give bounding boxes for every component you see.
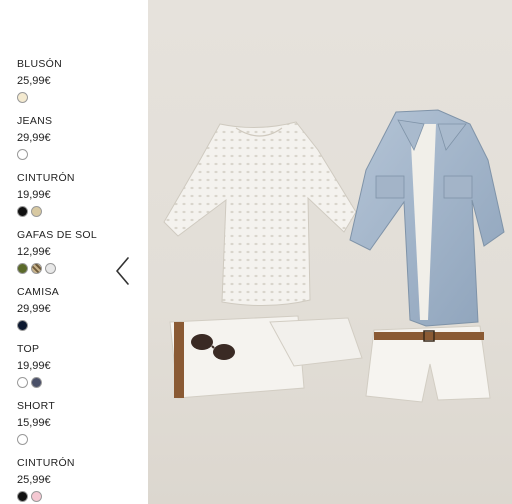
white-jeans-item [169, 315, 363, 399]
product-name: CAMISA [17, 286, 60, 298]
color-swatch[interactable] [17, 149, 28, 160]
blouse-item [163, 121, 357, 307]
color-swatch[interactable] [17, 206, 28, 217]
product-name: BLUSÓN [17, 58, 62, 70]
color-swatches [17, 92, 142, 104]
color-swatches [17, 377, 142, 389]
color-swatches [17, 320, 142, 332]
color-swatches [17, 149, 142, 161]
color-swatch[interactable] [31, 377, 42, 388]
product-name: CINTURÓN [17, 172, 75, 184]
product-name: SHORT [17, 400, 56, 412]
outfit-photo [148, 0, 512, 504]
product-name: CINTURÓN [17, 457, 75, 469]
product-name: JEANS [17, 115, 53, 127]
product-price: 19,99€ [17, 360, 51, 372]
product-price: 25,99€ [17, 474, 51, 486]
product-item-camisa[interactable]: CAMISA 29,99€ [17, 286, 142, 332]
color-swatch[interactable] [17, 491, 28, 502]
product-price: 25,99€ [17, 75, 51, 87]
product-item-short[interactable]: SHORT 15,99€ [17, 400, 142, 446]
color-swatch[interactable] [17, 263, 28, 274]
product-price: 29,99€ [17, 303, 51, 315]
product-item-bluson[interactable]: BLUSÓN 25,99€ [17, 58, 142, 104]
shorts-item [365, 325, 491, 403]
color-swatches [17, 434, 142, 446]
denim-shirt-item [349, 109, 505, 327]
color-swatch[interactable] [17, 377, 28, 388]
color-swatch[interactable] [31, 206, 42, 217]
product-item-jeans[interactable]: JEANS 29,99€ [17, 115, 142, 161]
color-swatch[interactable] [17, 434, 28, 445]
product-item-top[interactable]: TOP 19,99€ [17, 343, 142, 389]
product-name: GAFAS DE SOL [17, 229, 98, 241]
color-swatches [17, 491, 142, 503]
product-item-cinturon[interactable]: CINTURÓN 19,99€ [17, 172, 142, 218]
color-swatch[interactable] [45, 263, 56, 274]
product-price: 29,99€ [17, 132, 51, 144]
color-swatches [17, 206, 142, 218]
color-swatch[interactable] [17, 92, 28, 103]
color-swatch[interactable] [17, 320, 28, 331]
product-list: BLUSÓN 25,99€ JEANS 29,99€ CINTURÓN 19,9… [0, 0, 148, 504]
prev-arrow-button[interactable] [112, 255, 136, 287]
product-price: 15,99€ [17, 417, 51, 429]
color-swatch[interactable] [31, 491, 42, 502]
product-name: TOP [17, 343, 40, 355]
chevron-left-icon [116, 257, 129, 285]
color-swatch[interactable] [31, 263, 42, 274]
product-item-cinturon-2[interactable]: CINTURÓN 25,99€ [17, 457, 142, 503]
outfit-illustration [163, 109, 505, 403]
product-price: 19,99€ [17, 189, 51, 201]
